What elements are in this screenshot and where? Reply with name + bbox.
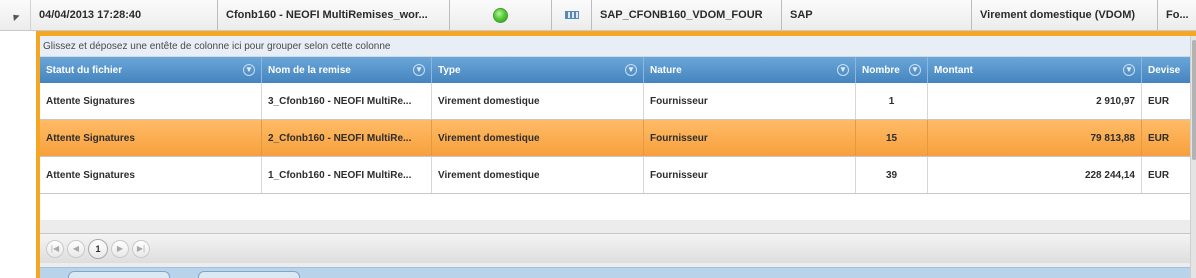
collapse-arrow-icon[interactable] — [10, 11, 20, 21]
cell-statut: Attente Signatures — [40, 120, 262, 156]
cell-nature: Fournisseur — [644, 83, 856, 119]
cell-montant: 2 910,97 — [928, 83, 1142, 119]
table-row[interactable]: Attente Signatures 1_Cfonb160 - NEOFI Mu… — [40, 157, 1196, 194]
column-header-statut[interactable]: Statut du fichier ▼ — [40, 57, 262, 83]
column-label: Nom de la remise — [268, 64, 351, 76]
cell-devise: EUR — [1148, 95, 1170, 107]
table-row-selected[interactable]: Attente Signatures 2_Cfonb160 - NEOFI Mu… — [40, 120, 1196, 157]
cell-nom: 2_Cfonb160 - NEOFI MultiRe... — [262, 120, 432, 156]
parent-row[interactable]: 04/04/2013 17:28:40 Cfonb160 - NEOFI Mul… — [0, 0, 1196, 31]
cell-nom: 1_Cfonb160 - NEOFI MultiRe... — [262, 157, 432, 193]
parent-format-code: SAP_CFONB160_VDOM_FOUR — [592, 0, 782, 30]
footer-button[interactable] — [68, 271, 170, 278]
filter-icon[interactable]: ▼ — [625, 64, 637, 76]
filter-icon[interactable]: ▼ — [837, 64, 849, 76]
cell-nom: 3_Cfonb160 - NEOFI MultiRe... — [262, 83, 432, 119]
prev-page-icon[interactable]: ◀ — [67, 239, 85, 258]
group-panel[interactable]: Glissez et déposez une entête de colonne… — [40, 36, 1196, 57]
parent-truncated: Fo... — [1166, 9, 1189, 21]
parent-type-cell — [552, 0, 592, 30]
cell-type: Virement domestique — [432, 157, 644, 193]
cell-nombre: 15 — [856, 120, 928, 156]
grid-view: 04/04/2013 17:28:40 Cfonb160 - NEOFI Mul… — [0, 0, 1196, 278]
cell-montant: 228 244,14 — [928, 157, 1142, 193]
filter-icon[interactable]: ▼ — [413, 64, 425, 76]
last-page-icon[interactable]: ▶| — [132, 239, 150, 258]
next-page-icon[interactable]: ▶ — [111, 239, 129, 258]
parent-source: SAP — [782, 0, 972, 30]
column-header-nom[interactable]: Nom de la remise ▼ — [262, 57, 432, 83]
green-status-icon — [493, 7, 508, 23]
column-header-nombre[interactable]: Nombre ▼ — [856, 57, 928, 83]
parent-remise-name: Cfonb160 - NEOFI MultiRemises_wor... — [218, 0, 450, 30]
footer-toolbar — [40, 267, 1196, 278]
cell-nombre: 1 — [856, 83, 928, 119]
column-label: Nature — [650, 64, 682, 76]
column-label: Montant — [934, 64, 973, 76]
cell-nature: Fournisseur — [644, 120, 856, 156]
column-label: Statut du fichier — [46, 64, 123, 76]
first-page-icon[interactable]: |◀ — [46, 239, 64, 258]
current-page-button[interactable]: 1 — [88, 238, 108, 259]
column-label: Devise — [1148, 64, 1181, 76]
column-header-nature[interactable]: Nature ▼ — [644, 57, 856, 83]
filter-icon[interactable]: ▼ — [243, 64, 255, 76]
filter-icon[interactable]: ▼ — [1123, 64, 1135, 76]
column-header-devise[interactable]: Devise — [1142, 57, 1196, 83]
cell-nombre: 39 — [856, 157, 928, 193]
pager: |◀ ◀ 1 ▶ ▶| — [40, 233, 1196, 263]
column-label: Type — [438, 64, 461, 76]
parent-datetime: 04/04/2013 17:28:40 — [31, 0, 218, 30]
table-row[interactable]: Attente Signatures 3_Cfonb160 - NEOFI Mu… — [40, 83, 1196, 120]
grid-empty-area — [40, 194, 1196, 220]
footer-button[interactable] — [198, 271, 300, 278]
cell-devise: EUR — [1148, 132, 1170, 144]
parent-status-cell — [450, 0, 552, 30]
collapse-expander[interactable] — [0, 0, 31, 30]
file-format-icon — [564, 11, 579, 19]
column-header-row: Statut du fichier ▼ Nom de la remise ▼ T… — [40, 57, 1196, 83]
cell-statut: Attente Signatures — [40, 83, 262, 119]
cell-statut: Attente Signatures — [40, 157, 262, 193]
cell-type: Virement domestique — [432, 83, 644, 119]
column-label: Nombre — [862, 64, 900, 76]
filter-icon[interactable]: ▼ — [909, 64, 921, 76]
column-header-type[interactable]: Type ▼ — [432, 57, 644, 83]
vertical-scrollbar[interactable] — [1190, 36, 1196, 278]
parent-payment-type: Virement domestique (VDOM) — [972, 0, 1158, 30]
column-header-montant[interactable]: Montant ▼ — [928, 57, 1142, 83]
cell-devise: EUR — [1148, 169, 1170, 181]
cell-type: Virement domestique — [432, 120, 644, 156]
detail-grid: Glissez et déposez une entête de colonne… — [36, 31, 1196, 278]
cell-nature: Fournisseur — [644, 157, 856, 193]
scrollbar-thumb[interactable] — [1192, 40, 1196, 160]
cell-montant: 79 813,88 — [928, 120, 1142, 156]
